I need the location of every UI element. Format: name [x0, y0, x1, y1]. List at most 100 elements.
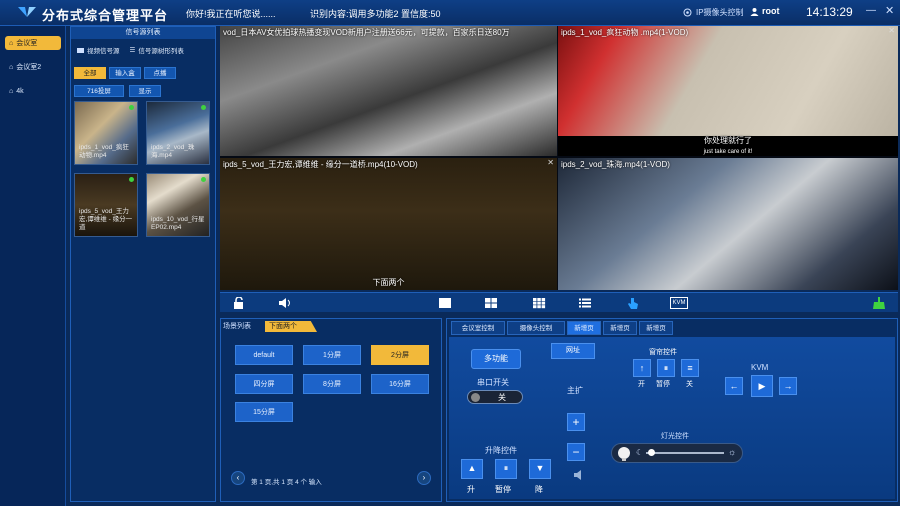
- light-control-label: 灯光控件: [661, 433, 689, 440]
- scene-16-split-button[interactable]: 16分屏: [371, 374, 429, 394]
- close-icon[interactable]: ✕: [888, 26, 895, 35]
- header-bar: 分布式综合管理平台 你好!我正在听您说...... 识别内容:调用多功能2 置信…: [0, 0, 900, 26]
- kvm-next-button[interactable]: →: [779, 377, 797, 395]
- tab-label: 信号源树形列表: [138, 48, 184, 55]
- video-window-1[interactable]: vod_日本AV女优拍球热播变现VOD新用户注册送66元，可提款，百家乐日送80…: [220, 26, 557, 156]
- nine-screen-icon[interactable]: [532, 297, 546, 309]
- kvm-play-button[interactable]: ▶: [751, 375, 773, 397]
- video-title: ipds_1_vod_疯狂动物 .mp4(1-VOD): [561, 28, 689, 37]
- toggle-state: 关: [498, 393, 506, 402]
- video-subtitle: 你处理就行了: [704, 136, 752, 145]
- tab-video-sources[interactable]: 视频信号源: [77, 45, 120, 55]
- sidebar-item-room-1[interactable]: ⌂ 会议室: [5, 36, 61, 50]
- close-icon[interactable]: ✕: [547, 158, 554, 167]
- scene-15-split-button[interactable]: 15分屏: [235, 402, 293, 422]
- tab-label: 视频信号源: [87, 48, 120, 55]
- volume-icon[interactable]: [278, 297, 292, 309]
- filter-display-button[interactable]: 显示: [129, 85, 161, 97]
- prev-page-button[interactable]: ‹: [231, 471, 245, 485]
- four-screen-icon[interactable]: [484, 297, 498, 309]
- app-title: 分布式综合管理平台: [42, 8, 169, 23]
- scene-1-split-button[interactable]: 1分屏: [303, 345, 361, 365]
- kvm-label: KVM: [751, 363, 769, 372]
- ip-camera-control-link[interactable]: IP摄像头控制: [683, 7, 744, 18]
- video-wall: vod_日本AV女优拍球热播变现VOD新用户注册送66元，可提款，百家乐日送80…: [220, 26, 898, 290]
- volume-up-button[interactable]: +: [567, 413, 585, 431]
- minimize-button[interactable]: —: [866, 5, 876, 16]
- kvm-button[interactable]: KVM: [670, 297, 688, 309]
- scene-8-split-button[interactable]: 8分屏: [303, 374, 361, 394]
- source-thumb[interactable]: ipds_1_vod_疯狂动物.mp4: [74, 101, 138, 165]
- user-menu[interactable]: root: [750, 6, 780, 16]
- website-button[interactable]: 网址: [551, 343, 595, 359]
- video-title: ipds_5_vod_王力宏,谭维维 - 缘分一道桥.mp4(10-VOD): [223, 160, 418, 169]
- video-icon: [77, 47, 84, 53]
- user-name: root: [762, 6, 780, 16]
- slider-knob[interactable]: [648, 449, 655, 456]
- lift-up-label: 升: [467, 485, 475, 494]
- thumb-caption: ipds_2_vod_珠海.mp4: [151, 144, 195, 159]
- main-expand-label: 主扩: [567, 386, 583, 395]
- speaker-icon: [574, 470, 581, 480]
- curtain-pause-label: 暂停: [656, 381, 670, 388]
- layout-toolbar: KVM: [220, 292, 898, 312]
- tab-camera-control[interactable]: 摄像头控制: [507, 321, 565, 335]
- video-window-3[interactable]: ipds_5_vod_王力宏,谭维维 - 缘分一道桥.mp4(10-VOD) ✕…: [220, 158, 557, 290]
- ip-camera-label: IP摄像头控制: [696, 8, 744, 17]
- serial-switch-label: 串口开关: [477, 378, 509, 387]
- tab-new-page-1[interactable]: 新增页: [567, 321, 601, 335]
- volume-down-button[interactable]: −: [567, 443, 585, 461]
- home-icon: ⌂: [9, 63, 14, 71]
- current-scene-label: 下面两个: [265, 321, 317, 332]
- lift-down-button[interactable]: ▼: [529, 459, 551, 479]
- curtain-pause-button[interactable]: ⏸: [657, 359, 675, 377]
- lift-down-label: 降: [535, 485, 543, 494]
- clear-broom-icon[interactable]: [872, 297, 886, 309]
- source-thumb[interactable]: ipds_10_vod_行星EP02.mp4: [146, 173, 210, 237]
- curtain-open-label: 开: [638, 381, 645, 388]
- video-window-2[interactable]: ipds_1_vod_疯狂动物 .mp4(1-VOD) ✕ 你处理就行了 jus…: [558, 26, 898, 156]
- source-thumb[interactable]: ipds_2_vod_珠海.mp4: [146, 101, 210, 165]
- lift-control-label: 升降控件: [485, 446, 517, 455]
- tab-new-page-2[interactable]: 新增页: [603, 321, 637, 335]
- hand-pointer-icon[interactable]: [626, 297, 640, 309]
- tab-room-control[interactable]: 会议室控制: [451, 321, 505, 335]
- scene-2-split-button[interactable]: 2分屏: [371, 345, 429, 365]
- next-page-button[interactable]: ›: [417, 471, 431, 485]
- video-title: vod_日本AV女优拍球热播变现VOD新用户注册送66元，可提款，百家乐日送80…: [223, 28, 510, 37]
- list-icon[interactable]: [578, 297, 592, 309]
- signal-source-panel: 信号源列表 视频信号源 ☰ 信号源树形列表 全部 输入盒 点播 716投屏 显示…: [70, 26, 216, 502]
- bulb-icon: [618, 447, 630, 461]
- kvm-prev-button[interactable]: ←: [725, 377, 743, 395]
- unlock-icon[interactable]: [232, 297, 246, 309]
- lift-pause-button[interactable]: ⏸: [495, 459, 517, 479]
- source-thumb[interactable]: ipds_5_vod_王力宏,谭维维 - 缘分一道: [74, 173, 138, 237]
- filter-input-box-button[interactable]: 输入盒: [109, 67, 141, 79]
- sidebar-item-label: 会议室2: [16, 64, 42, 71]
- online-status-dot: [129, 177, 134, 182]
- video-window-4[interactable]: ipds_2_vod_珠海.mp4(1-VOD): [558, 158, 898, 290]
- scene-4-split-button[interactable]: 四分屏: [235, 374, 293, 394]
- thumb-caption: ipds_10_vod_行星EP02.mp4: [151, 216, 205, 231]
- tab-new-page-3[interactable]: 新增页: [639, 321, 673, 335]
- curtain-close-button[interactable]: ≡: [681, 359, 699, 377]
- slider-track: [646, 452, 724, 454]
- tab-source-tree[interactable]: ☰ 信号源树形列表: [130, 45, 184, 55]
- light-slider[interactable]: ☾ ☼: [611, 443, 743, 463]
- filter-vod-button[interactable]: 点播: [144, 67, 176, 79]
- sidebar-item-room-2[interactable]: ⌂ 会议室2: [5, 60, 61, 74]
- lift-up-button[interactable]: ▲: [461, 459, 483, 479]
- sidebar-item-4k[interactable]: ⌂ 4k: [5, 84, 61, 98]
- single-screen-icon[interactable]: [438, 297, 452, 309]
- list-icon: ☰: [129, 47, 136, 54]
- scene-list-tab[interactable]: 场景列表: [223, 321, 251, 331]
- filter-716-cast-button[interactable]: 716投屏: [74, 85, 124, 97]
- curtain-open-button[interactable]: ↑: [633, 359, 651, 377]
- filter-all-button[interactable]: 全部: [74, 67, 106, 79]
- multi-function-button[interactable]: 多功能: [471, 349, 521, 369]
- scene-default-button[interactable]: default: [235, 345, 293, 365]
- curtain-close-label: 关: [686, 381, 693, 388]
- serial-toggle[interactable]: 关: [467, 390, 523, 404]
- close-button[interactable]: ✕: [885, 4, 894, 17]
- scene-list-panel: 场景列表 下面两个 default 1分屏 2分屏 四分屏 8分屏 16分屏 1…: [220, 318, 442, 502]
